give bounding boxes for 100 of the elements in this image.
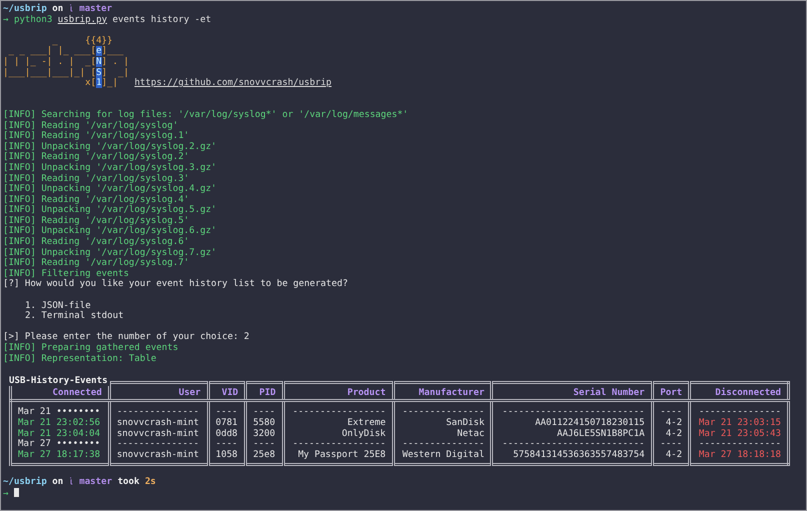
log-line: [INFO] Reading '/var/log/syslog.2' — [3, 152, 190, 162]
question-text: [?] How would you like your event history list to be generated? — [3, 279, 348, 290]
table-cell: 4-2 — [652, 418, 690, 429]
ascii-art: ]___ — [102, 46, 124, 56]
table-cell: Mar 21 •••••••• — [10, 400, 110, 418]
table-cell: AA011224150718230115 — [492, 418, 652, 429]
table-cell: ---- — [208, 439, 246, 450]
table-cell: snovvcrash-mint — [109, 418, 208, 429]
column-header: VID — [208, 382, 246, 401]
command-args: events history -et — [112, 14, 212, 25]
prompt-text: on — [52, 476, 64, 487]
table-cell: Mar 21 23:02:56 — [10, 418, 110, 429]
ascii-letter: N — [96, 56, 102, 67]
table-cell: -------------------------- — [492, 439, 652, 450]
branch-icon — [68, 4, 74, 12]
ascii-art: ] _| — [102, 68, 129, 78]
table-cell: Netac — [393, 428, 492, 440]
option-text: 2. Terminal stdout — [25, 311, 124, 322]
table-cell: ---- — [208, 400, 246, 418]
table-cell: ----------------- — [283, 439, 394, 450]
table-cell: 3200 — [246, 428, 284, 440]
table-cell: --------------- — [690, 439, 788, 450]
log-line: [INFO] Representation: Table — [3, 354, 156, 364]
table-cell: 4-2 — [652, 450, 690, 465]
ascii-letter: 1 — [96, 78, 102, 88]
text-cursor — [14, 488, 19, 497]
log-line: [INFO] Unpacking '/var/log/syslog.3.gz' — [3, 162, 217, 173]
column-header: Serial Number — [492, 382, 652, 401]
table-cell: --------------- — [690, 400, 788, 418]
table-cell: 4-2 — [652, 428, 690, 440]
column-header: Manufacturer — [393, 382, 492, 401]
command-name: python3 — [14, 14, 52, 25]
table-cell: Extreme — [283, 418, 394, 429]
table-cell: Mar 21 23:03:15 — [690, 418, 788, 429]
table-cell: 0781 — [208, 418, 246, 429]
table-cell: SanDisk — [393, 418, 492, 429]
log-line: [INFO] Unpacking '/var/log/syslog.7.gz' — [3, 248, 217, 258]
log-line: [INFO] Filtering events — [3, 268, 129, 279]
option-text: 1. JSON-file — [25, 300, 91, 311]
ascii-art: ]_| — [102, 78, 118, 88]
ascii-art: _ {{4}} — [52, 36, 112, 46]
branch-icon — [68, 476, 74, 485]
log-line: [INFO] Reading '/var/log/syslog.4' — [3, 194, 190, 205]
duration-text: 2s — [144, 476, 156, 487]
prompt-arrow: → — [3, 14, 8, 25]
column-header: User — [109, 382, 208, 401]
log-line: [INFO] Preparing gathered events — [3, 343, 178, 353]
table-cell: ---- — [246, 400, 284, 418]
log-line: [INFO] Unpacking '/var/log/syslog.5.gz' — [3, 205, 217, 216]
table-cell: ---- — [652, 400, 690, 418]
table-cell: --------------- — [393, 439, 492, 450]
table-cell: My Passport 25E8 — [283, 450, 394, 465]
table-cell: Mar 27 18:17:38 — [10, 450, 110, 465]
ascii-art: | | |_ -| . | _[ — [3, 56, 96, 67]
log-line: [INFO] Reading '/var/log/syslog' — [3, 120, 178, 131]
log-line: [INFO] Searching for log files: '/var/log/syslog*' or '/var/log/messages*' — [3, 110, 408, 120]
log-line: [INFO] Reading '/var/log/syslog.5' — [3, 216, 190, 226]
column-header: Disconnected — [690, 382, 788, 401]
ascii-art: |___|___|___|_| [ — [3, 68, 96, 78]
log-line: [INFO] Unpacking '/var/log/syslog.4.gz' — [3, 184, 217, 194]
ascii-letter: e — [96, 46, 102, 56]
table-cell: 575841314536363557483754 — [492, 450, 652, 465]
branch-name: master — [79, 4, 112, 14]
url-link[interactable]: https://github.com/snovvcrash/usbrip — [134, 78, 332, 88]
table-cell: 25e8 — [246, 450, 284, 465]
table-cell: Mar 21 23:04:04 — [10, 428, 110, 440]
column-header: Product — [283, 382, 394, 401]
ascii-art: _ _ ___| |_ ___[ — [7, 46, 96, 56]
branch-name: master — [79, 476, 112, 487]
ascii-art: x[ — [84, 78, 96, 88]
prompt-text: took — [118, 476, 140, 487]
log-line: [INFO] Unpacking '/var/log/syslog.6.gz' — [3, 226, 217, 236]
log-line: [INFO] Reading '/var/log/syslog.6' — [3, 237, 190, 248]
table-cell: 1058 — [208, 450, 246, 465]
table-cell: 0dd8 — [208, 428, 246, 440]
table-cell: -------------------------- — [492, 400, 652, 418]
ascii-art: ] . | — [102, 56, 129, 67]
table-cell: OnlyDisk — [283, 428, 394, 440]
directory-path: ~/usbrip — [3, 476, 47, 487]
log-line: [INFO] Unpacking '/var/log/syslog.2.gz' — [3, 142, 217, 152]
table-cell: ---- — [246, 439, 284, 450]
prompt-text: on — [52, 4, 64, 14]
script-name: usbrip.py — [58, 14, 108, 25]
column-header: PID — [246, 382, 284, 401]
log-line: [INFO] Reading '/var/log/syslog.7' — [3, 258, 190, 268]
table-cell: Mar 27 •••••••• — [10, 439, 110, 450]
table-cell: Mar 21 23:05:43 — [690, 428, 788, 440]
column-header: Port — [652, 382, 690, 401]
log-line: [INFO] Reading '/var/log/syslog.3' — [3, 174, 190, 184]
prompt-arrow: → — [3, 488, 8, 499]
table-cell: Mar 27 18:18:18 — [690, 450, 788, 465]
log-line: [INFO] Reading '/var/log/syslog.1' — [3, 131, 190, 142]
ascii-letter: S — [96, 68, 102, 78]
input-prompt: [>] Please enter the number of your choice: 2 — [3, 332, 250, 342]
table-cell: snovvcrash-mint — [109, 428, 208, 440]
table-cell: ----------------- — [283, 400, 394, 418]
table-cell: --------------- — [109, 439, 208, 450]
table-cell: ---- — [652, 439, 690, 450]
table-cell: 5580 — [246, 418, 284, 429]
directory-path: ~/usbrip — [3, 4, 47, 14]
